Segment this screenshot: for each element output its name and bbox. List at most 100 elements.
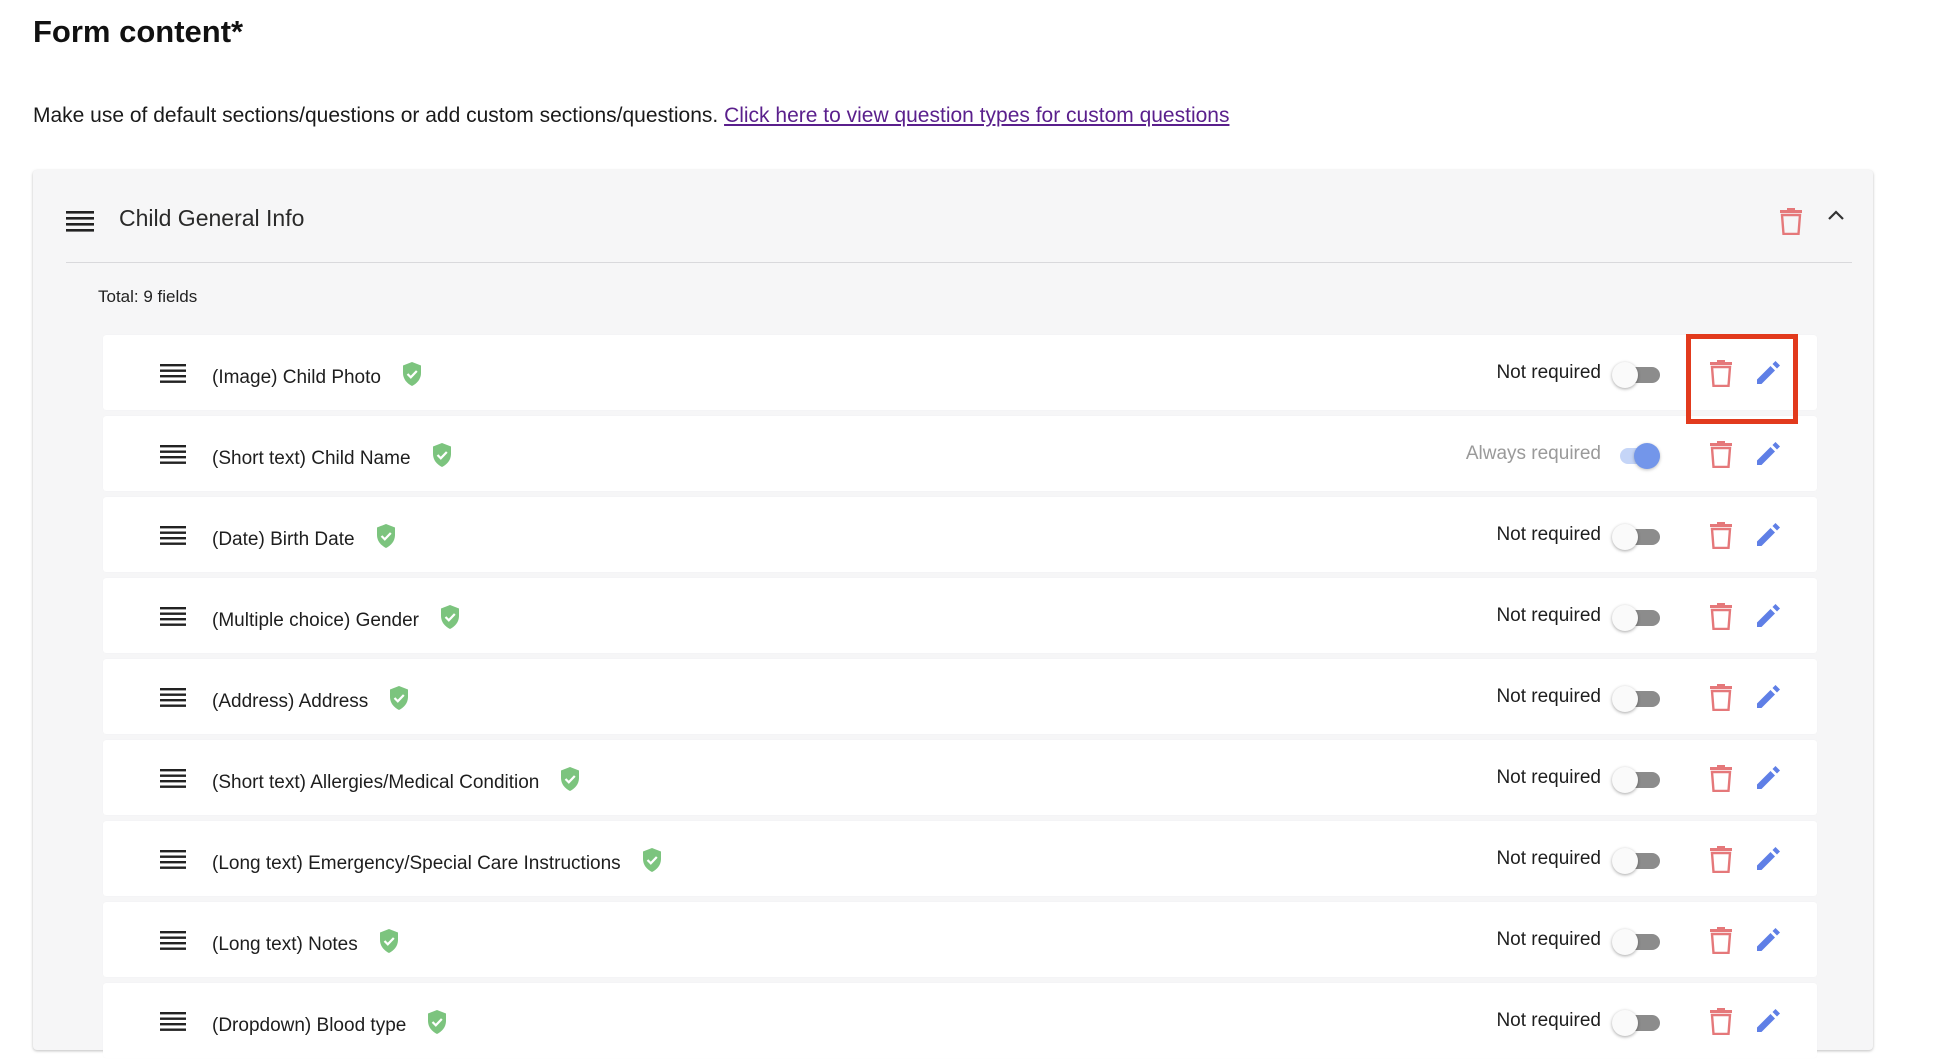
required-toggle[interactable] [1612,765,1662,793]
field-label: (Image) Child Photo [212,361,423,389]
field-row: (Dropdown) Blood type Not required [103,983,1817,1058]
requirement-label: Not required [1496,605,1601,626]
section-divider [66,262,1852,263]
verified-shield-icon [642,848,661,872]
drag-handle-icon[interactable] [160,606,186,626]
trash-icon[interactable] [1709,926,1733,954]
trash-icon[interactable] [1709,359,1733,387]
requirement-label: Not required [1496,686,1601,707]
field-label: (Multiple choice) Gender [212,604,461,632]
toggle-knob [1612,686,1638,712]
pencil-icon[interactable] [1754,521,1782,549]
field-label-text: (Dropdown) Blood type [212,1015,407,1036]
drag-handle-icon[interactable] [160,849,186,869]
verified-shield-icon [376,524,395,548]
section-title: Child General Info [119,205,305,231]
field-label-text: (Date) Birth Date [212,529,355,550]
field-row: (Multiple choice) Gender Not required [103,578,1817,653]
field-label: (Long text) Notes [212,928,400,956]
verified-shield-icon [402,362,421,386]
section-delete-icon[interactable] [1778,207,1804,235]
trash-icon[interactable] [1709,521,1733,549]
verified-shield-icon [561,767,580,791]
pencil-icon[interactable] [1754,359,1782,387]
trash-icon[interactable] [1709,440,1733,468]
field-count: Total: 9 fields [98,287,198,306]
pencil-icon[interactable] [1754,440,1782,468]
required-toggle[interactable] [1612,846,1662,874]
page-title: Form content* [33,14,244,49]
drag-handle-icon[interactable] [160,768,186,788]
required-toggle[interactable] [1612,603,1662,631]
toggle-knob [1612,767,1638,793]
trash-icon[interactable] [1709,1007,1733,1035]
field-label-text: (Address) Address [212,691,369,712]
requirement-label: Not required [1496,848,1601,869]
toggle-knob [1612,605,1638,631]
pencil-icon[interactable] [1754,602,1782,630]
requirement-label: Not required [1496,524,1601,545]
field-label: (Short text) Allergies/Medical Condition [212,766,581,794]
field-label-text: (Long text) Notes [212,934,358,955]
trash-icon[interactable] [1709,683,1733,711]
field-label: (Dropdown) Blood type [212,1009,448,1037]
field-label-text: (Short text) Child Name [212,448,411,469]
intro-description: Make use of default sections/questions o… [33,104,719,127]
toggle-knob [1612,524,1638,550]
drag-handle-icon[interactable] [160,1011,186,1031]
drag-handle-icon[interactable] [160,363,186,383]
pencil-icon[interactable] [1754,1007,1782,1035]
requirement-label: Not required [1496,767,1601,788]
required-toggle[interactable] [1612,441,1662,469]
toggle-knob [1612,848,1638,874]
required-toggle[interactable] [1612,522,1662,550]
verified-shield-icon [379,929,398,953]
drag-handle-icon[interactable] [160,444,186,464]
verified-shield-icon [432,443,451,467]
field-row: (Long text) Emergency/Special Care Instr… [103,821,1817,896]
required-toggle[interactable] [1612,1008,1662,1036]
verified-shield-icon [390,686,409,710]
verified-shield-icon [428,1010,447,1034]
required-toggle[interactable] [1612,927,1662,955]
field-label-text: (Multiple choice) Gender [212,610,419,631]
chevron-up-icon[interactable] [1825,206,1847,226]
field-row: (Address) Address Not required [103,659,1817,734]
field-row: (Short text) Child Name Always required [103,416,1817,491]
field-label: (Date) Birth Date [212,523,397,551]
field-label: (Address) Address [212,685,410,713]
field-label-text: (Short text) Allergies/Medical Condition [212,772,540,793]
toggle-knob [1612,362,1638,388]
field-row: (Date) Birth Date Not required [103,497,1817,572]
trash-icon[interactable] [1709,764,1733,792]
field-label: (Short text) Child Name [212,442,453,470]
requirement-label: Not required [1496,929,1601,950]
trash-icon[interactable] [1709,845,1733,873]
drag-handle-icon[interactable] [66,210,94,232]
pencil-icon[interactable] [1754,926,1782,954]
pencil-icon[interactable] [1754,683,1782,711]
drag-handle-icon[interactable] [160,930,186,950]
pencil-icon[interactable] [1754,764,1782,792]
drag-handle-icon[interactable] [160,687,186,707]
pencil-icon[interactable] [1754,845,1782,873]
drag-handle-icon[interactable] [160,525,186,545]
trash-icon[interactable] [1709,602,1733,630]
verified-shield-icon [440,605,459,629]
requirement-label: Not required [1496,362,1601,383]
requirement-label: Always required [1465,443,1601,464]
toggle-knob [1634,443,1660,469]
required-toggle[interactable] [1612,684,1662,712]
required-toggle[interactable] [1612,360,1662,388]
field-label-text: (Long text) Emergency/Special Care Instr… [212,853,621,874]
section-header[interactable]: Child General Info [33,170,1873,262]
field-label-text: (Image) Child Photo [212,367,381,388]
toggle-knob [1612,929,1638,955]
field-label: (Long text) Emergency/Special Care Instr… [212,847,663,875]
field-row: (Short text) Allergies/Medical Condition… [103,740,1817,815]
section-card: Child General Info Total: 9 fields (Imag… [33,170,1873,1058]
intro-text: Make use of default sections/questions o… [33,104,1229,128]
field-row: (Image) Child Photo Not required [103,335,1817,410]
question-types-link[interactable]: Click here to view question types for cu… [724,104,1229,127]
field-row: (Long text) Notes Not required [103,902,1817,977]
